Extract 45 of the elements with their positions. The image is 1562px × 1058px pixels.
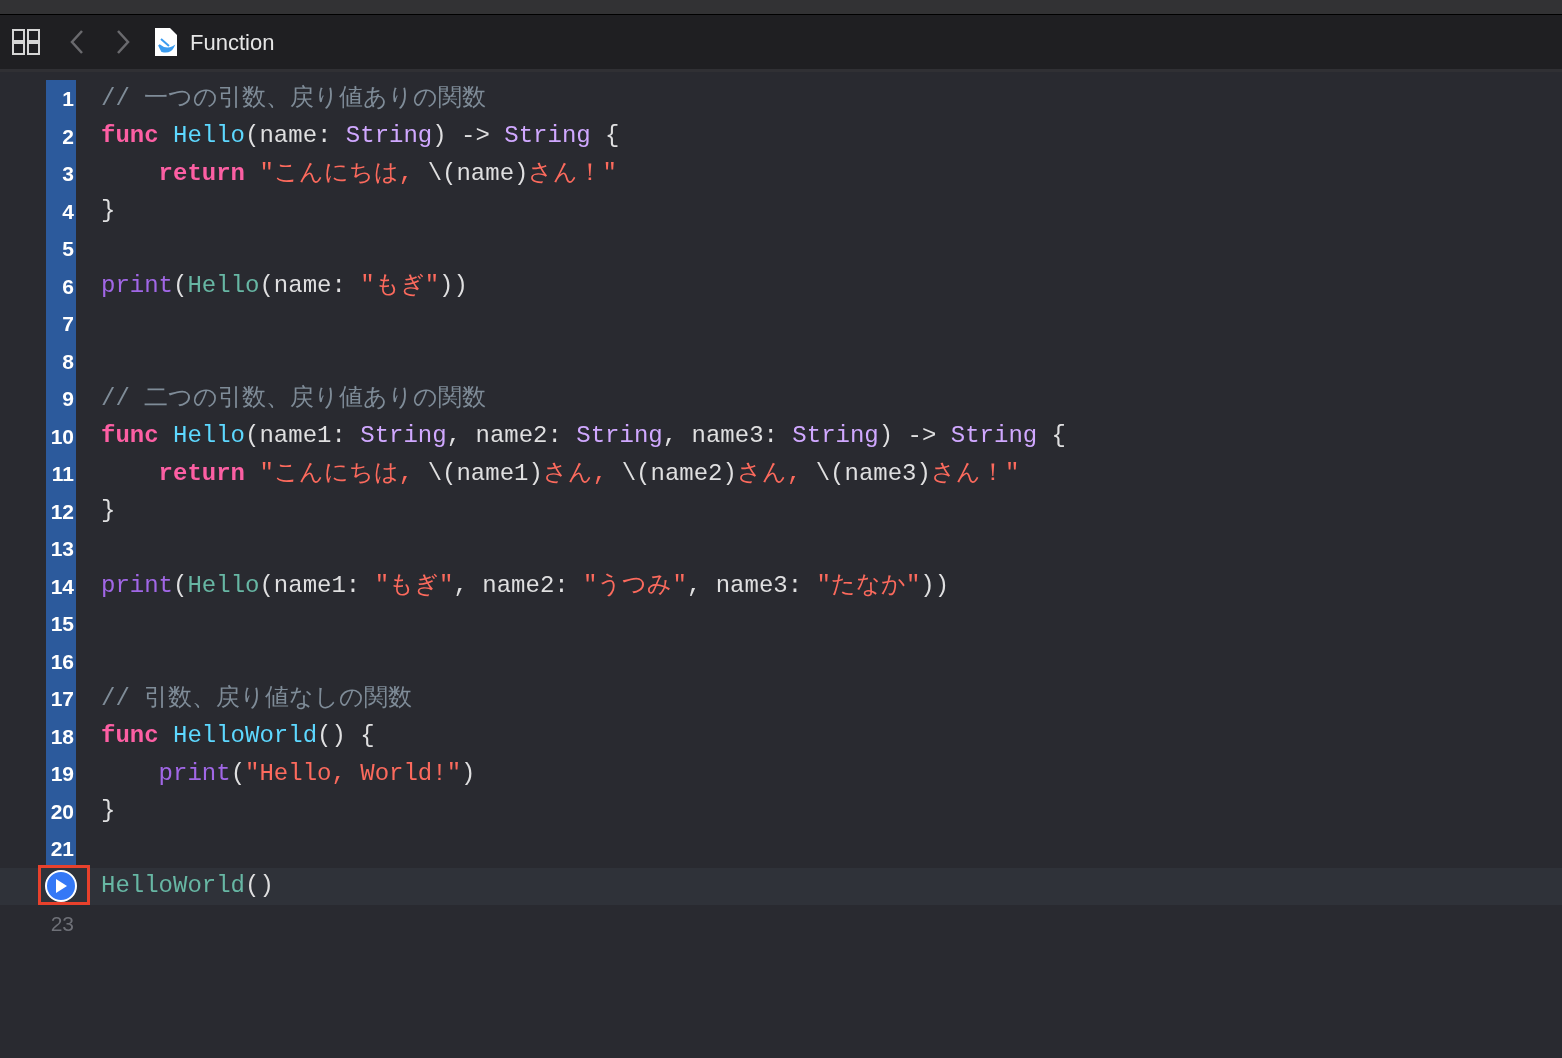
code-line: // 引数、戻り値なしの関数 bbox=[101, 683, 413, 714]
swift-file-icon bbox=[154, 27, 178, 57]
line-number: 12 bbox=[50, 498, 74, 525]
line-number: 13 bbox=[50, 536, 74, 562]
line-number: 2 bbox=[62, 123, 74, 150]
code-line: // 一つの引数、戻り値ありの関数 bbox=[101, 83, 487, 114]
line-number: 11 bbox=[51, 461, 74, 487]
code-line: print("Hello, World!") bbox=[157, 758, 476, 789]
file-title: Function bbox=[190, 28, 275, 57]
code-line: print(Hello(name: "もぎ")) bbox=[101, 271, 468, 302]
run-button[interactable] bbox=[45, 870, 77, 903]
code-line: return "こんにちは, \(name1)さん, \(name2)さん, \(name3)さん！" bbox=[157, 458, 1020, 489]
line-number: 23 bbox=[50, 911, 74, 937]
code-line: print(Hello(name1: "もぎ", name2: "うつみ", name3: "たなか")) bbox=[101, 571, 950, 602]
code-line: func Hello(name1: String, name2: String, name3: String) -> String { bbox=[101, 421, 1066, 452]
line-number: 10 bbox=[50, 423, 74, 450]
code-line: // 二つの引数、戻り値ありの関数 bbox=[101, 383, 487, 414]
code-line: } bbox=[101, 496, 116, 527]
back-icon[interactable] bbox=[70, 29, 84, 55]
line-number: 1 bbox=[62, 86, 74, 112]
line-number: 20 bbox=[50, 798, 74, 825]
grid-icon[interactable] bbox=[12, 29, 40, 55]
line-number: 8 bbox=[62, 348, 74, 375]
line-number: 3 bbox=[62, 161, 74, 187]
line-number: 16 bbox=[50, 648, 74, 675]
line-number: 5 bbox=[62, 236, 74, 262]
line-number: 7 bbox=[62, 311, 74, 337]
line-number: 18 bbox=[50, 723, 74, 750]
line-number: 15 bbox=[50, 611, 74, 637]
code-line: return "こんにちは, \(name)さん！" bbox=[157, 158, 617, 189]
highlight-box bbox=[38, 864, 90, 905]
forward-icon[interactable] bbox=[116, 29, 130, 55]
code-line: func HelloWorld() { bbox=[101, 721, 375, 752]
line-number: 9 bbox=[62, 386, 74, 412]
code-line: func Hello(name: String) -> String { bbox=[101, 121, 620, 152]
code-line: } bbox=[101, 796, 116, 827]
code-line: HelloWorld() bbox=[101, 871, 274, 902]
line-number: 19 bbox=[50, 761, 74, 787]
line-number: 21 bbox=[50, 836, 74, 862]
line-number: 4 bbox=[62, 198, 74, 225]
line-number: 17 bbox=[50, 686, 74, 712]
code-line: } bbox=[101, 196, 116, 227]
line-number: 14 bbox=[50, 573, 74, 600]
line-number: 6 bbox=[62, 273, 74, 300]
play-icon bbox=[55, 879, 67, 894]
